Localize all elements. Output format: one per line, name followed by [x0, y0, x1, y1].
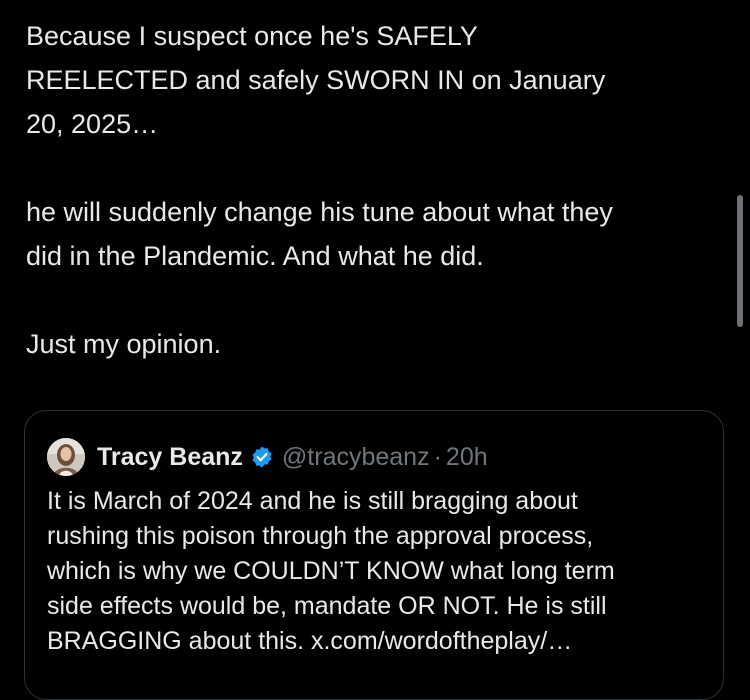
- quoted-tweet-card[interactable]: Tracy Beanz @tracybeanz · 20h It is Marc…: [24, 410, 724, 700]
- tweet-line: 20, 2025…: [26, 109, 159, 139]
- tweet-line: Because I suspect once he's SAFELY: [26, 21, 478, 51]
- avatar-image: [47, 438, 85, 476]
- quoted-tweet-text: It is March of 2024 and he is still brag…: [47, 484, 707, 659]
- quote-line: side effects would be, mandate OR NOT. H…: [47, 592, 607, 620]
- verified-badge-icon: [250, 445, 274, 469]
- tweet-line: he will suddenly change his tune about w…: [26, 197, 613, 227]
- quote-line: which is why we COULDN’T KNOW what long …: [47, 557, 615, 585]
- scrollbar-thumb[interactable]: [737, 195, 743, 327]
- separator-dot: ·: [433, 442, 442, 471]
- tweet-line: Just my opinion.: [26, 329, 222, 359]
- timestamp[interactable]: 20h: [446, 443, 488, 472]
- tweet-text: Because I suspect once he's SAFELY REELE…: [26, 14, 726, 366]
- avatar[interactable]: [47, 438, 85, 476]
- author-name[interactable]: Tracy Beanz: [97, 443, 243, 472]
- tweet-line: REELECTED and safely SWORN IN on January: [26, 65, 606, 95]
- author-handle[interactable]: @tracybeanz: [282, 443, 430, 472]
- tweet-line: did in the Plandemic. And what he did.: [26, 241, 484, 271]
- quote-line: BRAGGING about this. x.com/wordoftheplay…: [47, 627, 573, 655]
- quote-line: It is March of 2024 and he is still brag…: [47, 487, 578, 515]
- quote-line: rushing this poison through the approval…: [47, 522, 594, 550]
- quoted-tweet-header: Tracy Beanz @tracybeanz · 20h: [47, 437, 488, 477]
